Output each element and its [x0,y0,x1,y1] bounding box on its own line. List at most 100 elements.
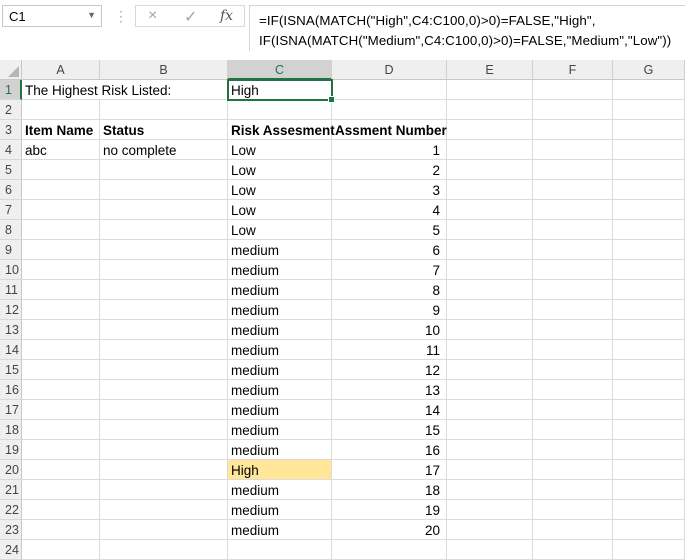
cell-f6[interactable] [533,180,613,200]
cell-c21[interactable]: medium [228,480,332,500]
row-header-1[interactable]: 1 [0,80,22,100]
row-header-2[interactable]: 2 [0,100,22,120]
cell-d8[interactable]: 5 [332,220,447,240]
cell-b10[interactable] [100,260,228,280]
cell-e8[interactable] [447,220,533,240]
row-header-14[interactable]: 14 [0,340,22,360]
cell-g14[interactable] [613,340,685,360]
row-header-8[interactable]: 8 [0,220,22,240]
cell-g6[interactable] [613,180,685,200]
cell-g17[interactable] [613,400,685,420]
cell-c9[interactable]: medium [228,240,332,260]
row-header-24[interactable]: 24 [0,540,22,560]
cell-f2[interactable] [533,100,613,120]
column-header-a[interactable]: A [22,60,100,80]
cell-g19[interactable] [613,440,685,460]
column-header-e[interactable]: E [447,60,533,80]
cell-d1[interactable] [332,80,447,100]
cell-c5[interactable]: Low [228,160,332,180]
cell-f9[interactable] [533,240,613,260]
cell-d12[interactable]: 9 [332,300,447,320]
cell-f4[interactable] [533,140,613,160]
cell-a20[interactable] [22,460,100,480]
cell-b14[interactable] [100,340,228,360]
cell-f18[interactable] [533,420,613,440]
cell-f23[interactable] [533,520,613,540]
row-header-4[interactable]: 4 [0,140,22,160]
insert-function-icon[interactable]: fx [220,8,233,24]
cell-f17[interactable] [533,400,613,420]
cell-g23[interactable] [613,520,685,540]
fill-handle[interactable] [328,96,335,103]
cell-c20[interactable]: High [228,460,332,480]
cell-e11[interactable] [447,280,533,300]
row-header-15[interactable]: 15 [0,360,22,380]
row-header-13[interactable]: 13 [0,320,22,340]
row-header-20[interactable]: 20 [0,460,22,480]
cell-e22[interactable] [447,500,533,520]
cell-f10[interactable] [533,260,613,280]
cell-g3[interactable] [613,120,685,140]
formula-input[interactable]: =IF(ISNA(MATCH("High",C4:C100,0)>0)=FALS… [249,5,685,51]
cell-e10[interactable] [447,260,533,280]
cell-e12[interactable] [447,300,533,320]
cell-c6[interactable]: Low [228,180,332,200]
cell-a14[interactable] [22,340,100,360]
cell-e18[interactable] [447,420,533,440]
cell-c2[interactable] [228,100,332,120]
cell-f24[interactable] [533,540,613,560]
cell-a10[interactable] [22,260,100,280]
cell-g5[interactable] [613,160,685,180]
cell-f3[interactable] [533,120,613,140]
cell-d3[interactable]: Assment Number [332,120,447,140]
cell-g15[interactable] [613,360,685,380]
cell-b11[interactable] [100,280,228,300]
cell-b15[interactable] [100,360,228,380]
formula-text[interactable]: =IF(ISNA(MATCH("High",C4:C100,0)>0)=FALS… [259,11,683,51]
cell-f19[interactable] [533,440,613,460]
cell-b8[interactable] [100,220,228,240]
cell-f14[interactable] [533,340,613,360]
cell-a16[interactable] [22,380,100,400]
cell-d2[interactable] [332,100,447,120]
cell-b20[interactable] [100,460,228,480]
cell-d13[interactable]: 10 [332,320,447,340]
name-box[interactable]: C1 ▼ [2,5,102,27]
cell-c3[interactable]: Risk Assesment [228,120,335,140]
cell-f11[interactable] [533,280,613,300]
row-header-18[interactable]: 18 [0,420,22,440]
column-header-d[interactable]: D [332,60,447,80]
cell-a8[interactable] [22,220,100,240]
cell-b7[interactable] [100,200,228,220]
cell-g12[interactable] [613,300,685,320]
cancel-icon[interactable]: × [148,7,157,25]
cell-d16[interactable]: 13 [332,380,447,400]
cell-e2[interactable] [447,100,533,120]
cell-b22[interactable] [100,500,228,520]
formula-bar-grip-icon[interactable]: ⋮ [114,8,128,25]
cell-e6[interactable] [447,180,533,200]
cell-c10[interactable]: medium [228,260,332,280]
cell-a18[interactable] [22,420,100,440]
cell-a15[interactable] [22,360,100,380]
row-header-5[interactable]: 5 [0,160,22,180]
active-cell-indicator[interactable] [227,79,335,103]
name-box-dropdown-icon[interactable]: ▼ [87,10,96,20]
cell-f5[interactable] [533,160,613,180]
cell-a17[interactable] [22,400,100,420]
row-header-10[interactable]: 10 [0,260,22,280]
row-header-16[interactable]: 16 [0,380,22,400]
cell-e9[interactable] [447,240,533,260]
cell-d7[interactable]: 4 [332,200,447,220]
cell-d9[interactable]: 6 [332,240,447,260]
cell-b18[interactable] [100,420,228,440]
cell-g11[interactable] [613,280,685,300]
row-header-3[interactable]: 3 [0,120,22,140]
cell-f1[interactable] [533,80,613,100]
cell-a9[interactable] [22,240,100,260]
cell-e4[interactable] [447,140,533,160]
cell-a23[interactable] [22,520,100,540]
cell-d22[interactable]: 19 [332,500,447,520]
cell-g13[interactable] [613,320,685,340]
cell-e21[interactable] [447,480,533,500]
